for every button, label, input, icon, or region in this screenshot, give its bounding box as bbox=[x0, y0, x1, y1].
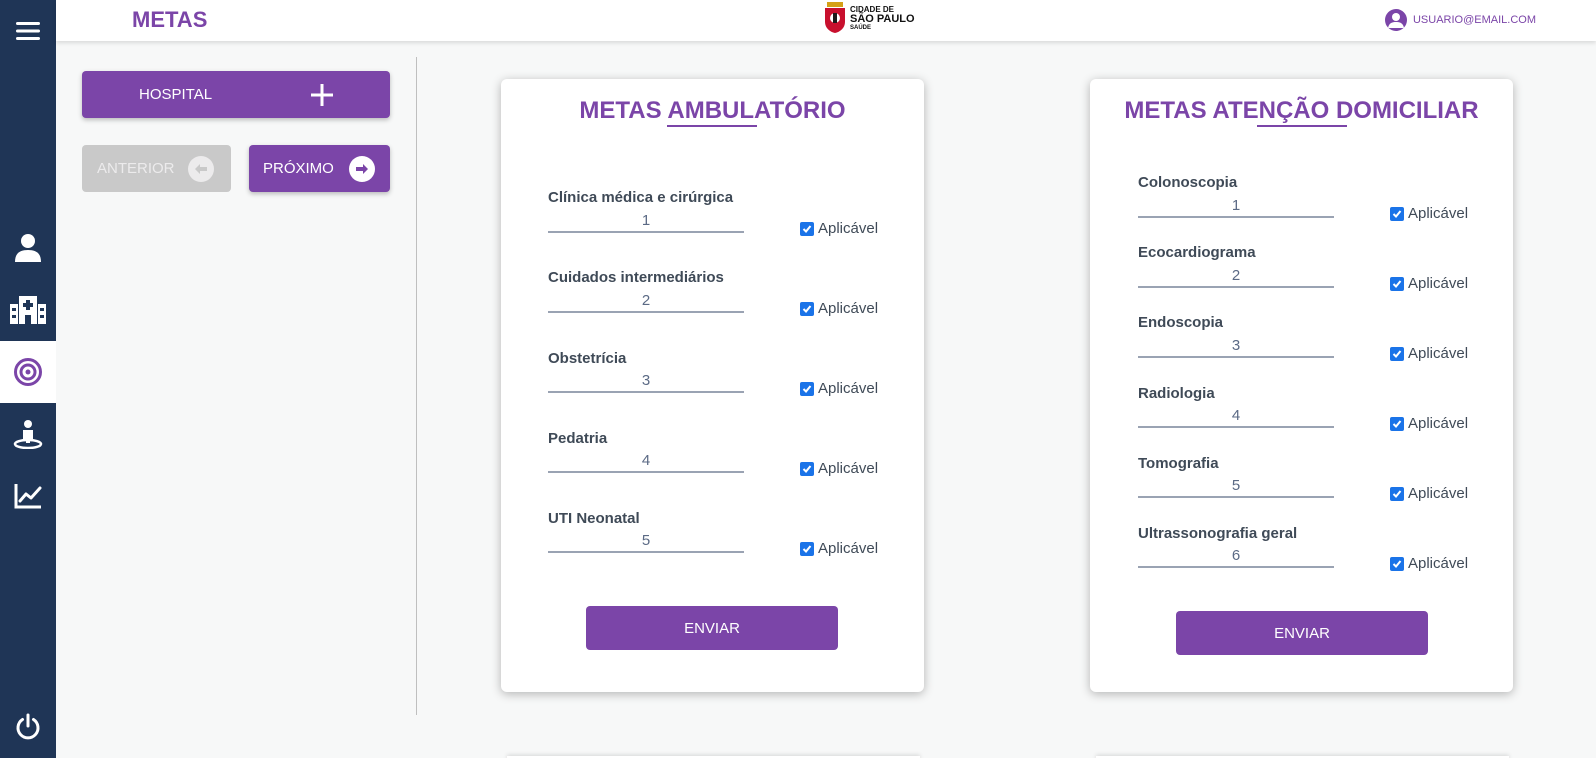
logo-text: CIDADE DE SÃO PAULO SAÚDE bbox=[850, 5, 915, 32]
checkbox-label: Aplicável bbox=[818, 300, 879, 317]
user-icon bbox=[15, 234, 41, 262]
applicable-checkbox[interactable]: Aplicável bbox=[800, 300, 878, 317]
target-icon bbox=[14, 358, 42, 386]
card-title: METAS AMBULATÓRIO bbox=[579, 97, 846, 124]
sidebar-item-hospitals[interactable] bbox=[0, 279, 56, 341]
checkbox-label: Aplicável bbox=[1408, 345, 1469, 362]
applicable-checkbox[interactable]: Aplicável bbox=[1390, 205, 1468, 222]
field-label: Endoscopia bbox=[1138, 314, 1224, 331]
title-underline bbox=[1257, 125, 1347, 127]
prefeitura-logo: CIDADE DE SÃO PAULO SAÚDE bbox=[823, 2, 915, 34]
field-label: Clínica médica e cirúrgica bbox=[548, 189, 734, 206]
checkbox-label: Aplicável bbox=[1408, 555, 1469, 572]
checkbox-checked-icon bbox=[1390, 206, 1404, 221]
field-input[interactable] bbox=[548, 289, 744, 313]
sidebar-item-charts[interactable] bbox=[0, 465, 56, 527]
checkbox-checked-icon bbox=[800, 221, 814, 236]
checkbox-label: Aplicável bbox=[1408, 485, 1469, 502]
applicable-checkbox[interactable]: Aplicável bbox=[1390, 275, 1468, 292]
checkbox-checked-icon bbox=[1390, 346, 1404, 361]
hospital-icon bbox=[10, 296, 46, 324]
applicable-checkbox[interactable]: Aplicável bbox=[800, 540, 878, 557]
field-label: UTI Neonatal bbox=[548, 510, 640, 527]
applicable-checkbox[interactable]: Aplicável bbox=[1390, 555, 1468, 572]
applicable-checkbox[interactable]: Aplicável bbox=[800, 220, 878, 237]
top-header: METAS CIDADE DE SÃO PAULO SAÚDE USUARIO@… bbox=[56, 0, 1596, 41]
avatar[interactable] bbox=[1384, 9, 1407, 31]
field-input[interactable] bbox=[1138, 194, 1334, 218]
logo-line3: SAÚDE bbox=[850, 24, 872, 31]
field-label: Radiologia bbox=[1138, 385, 1215, 402]
field-input[interactable] bbox=[1138, 474, 1334, 498]
sidebar bbox=[0, 0, 56, 758]
chart-line-icon bbox=[14, 484, 42, 509]
city-seal-icon bbox=[825, 2, 845, 33]
submit-button[interactable]: ENVIAR bbox=[586, 606, 838, 650]
card-metas-atencao-domiciliar: METAS ATENÇÃO DOMICILIAR Colonoscopia Ap… bbox=[1090, 79, 1513, 692]
checkbox-checked-icon bbox=[1390, 416, 1404, 431]
user-circle-icon bbox=[1387, 13, 1404, 28]
field-label: Obstetrícia bbox=[548, 350, 627, 367]
field-label: Cuidados intermediários bbox=[548, 269, 724, 286]
applicable-checkbox[interactable]: Aplicável bbox=[1390, 485, 1468, 502]
sidebar-item-people[interactable] bbox=[0, 403, 56, 465]
checkbox-label: Aplicável bbox=[1408, 415, 1469, 432]
applicable-checkbox[interactable]: Aplicável bbox=[800, 380, 878, 397]
card-metas-ambulatorio: METAS AMBULATÓRIO Clínica médica e cirúr… bbox=[501, 79, 924, 692]
field-label: Ecocardiograma bbox=[1138, 244, 1256, 261]
checkbox-checked-icon bbox=[800, 301, 814, 316]
checkbox-label: Aplicável bbox=[1408, 275, 1469, 292]
title-underline bbox=[667, 125, 757, 127]
sidebar-item-users[interactable] bbox=[0, 217, 56, 279]
logo-line2: SÃO PAULO bbox=[850, 12, 915, 25]
checkbox-label: Aplicável bbox=[1408, 205, 1469, 222]
field-input[interactable] bbox=[1138, 404, 1334, 428]
checkbox-checked-icon bbox=[800, 381, 814, 396]
checkbox-label: Aplicável bbox=[818, 380, 879, 397]
previous-button[interactable]: ANTERIOR bbox=[82, 145, 231, 192]
user-email[interactable]: USUARIO@EMAIL.COM bbox=[1413, 14, 1536, 26]
power-icon bbox=[16, 713, 40, 740]
field-input[interactable] bbox=[548, 529, 744, 553]
checkbox-checked-icon bbox=[1390, 276, 1404, 291]
field-label: Pedatria bbox=[548, 430, 608, 447]
menu-button[interactable] bbox=[0, 0, 56, 62]
card-title: METAS ATENÇÃO DOMICILIAR bbox=[1124, 97, 1479, 124]
field-input[interactable] bbox=[1138, 334, 1334, 358]
field-input[interactable] bbox=[548, 449, 744, 473]
submit-button[interactable]: ENVIAR bbox=[1176, 611, 1428, 655]
field-label: Colonoscopia bbox=[1138, 174, 1238, 191]
applicable-checkbox[interactable]: Aplicável bbox=[1390, 345, 1468, 362]
checkbox-label: Aplicável bbox=[818, 540, 879, 557]
applicable-checkbox[interactable]: Aplicável bbox=[800, 460, 878, 477]
checkbox-checked-icon bbox=[800, 461, 814, 476]
hamburger-icon bbox=[16, 22, 40, 40]
field-input[interactable] bbox=[548, 209, 744, 233]
plus-icon bbox=[311, 84, 333, 106]
add-hospital-label: HOSPITAL bbox=[139, 86, 213, 103]
field-input[interactable] bbox=[548, 369, 744, 393]
field-label: Tomografia bbox=[1138, 455, 1219, 472]
checkbox-checked-icon bbox=[800, 541, 814, 556]
checkbox-checked-icon bbox=[1390, 556, 1404, 571]
checkbox-label: Aplicável bbox=[818, 460, 879, 477]
checkbox-checked-icon bbox=[1390, 486, 1404, 501]
next-button[interactable]: PRÓXIMO bbox=[249, 145, 390, 192]
field-label: Ultrassonografia geral bbox=[1138, 525, 1298, 542]
arrow-left-circle-icon bbox=[188, 156, 214, 182]
user-menu[interactable]: USUARIO@EMAIL.COM bbox=[1384, 9, 1536, 31]
checkbox-label: Aplicável bbox=[818, 220, 879, 237]
applicable-checkbox[interactable]: Aplicável bbox=[1390, 415, 1468, 432]
logout-button[interactable] bbox=[0, 696, 56, 758]
add-hospital-button[interactable]: HOSPITAL bbox=[82, 71, 390, 118]
next-label: PRÓXIMO bbox=[263, 160, 334, 177]
field-input[interactable] bbox=[1138, 264, 1334, 288]
person-location-icon bbox=[13, 420, 43, 449]
vertical-divider bbox=[416, 57, 417, 715]
page-title: METAS bbox=[132, 7, 208, 32]
field-input[interactable] bbox=[1138, 544, 1334, 568]
sidebar-item-metas[interactable] bbox=[0, 341, 56, 403]
previous-label: ANTERIOR bbox=[97, 160, 175, 177]
arrow-right-circle-icon bbox=[349, 156, 375, 182]
